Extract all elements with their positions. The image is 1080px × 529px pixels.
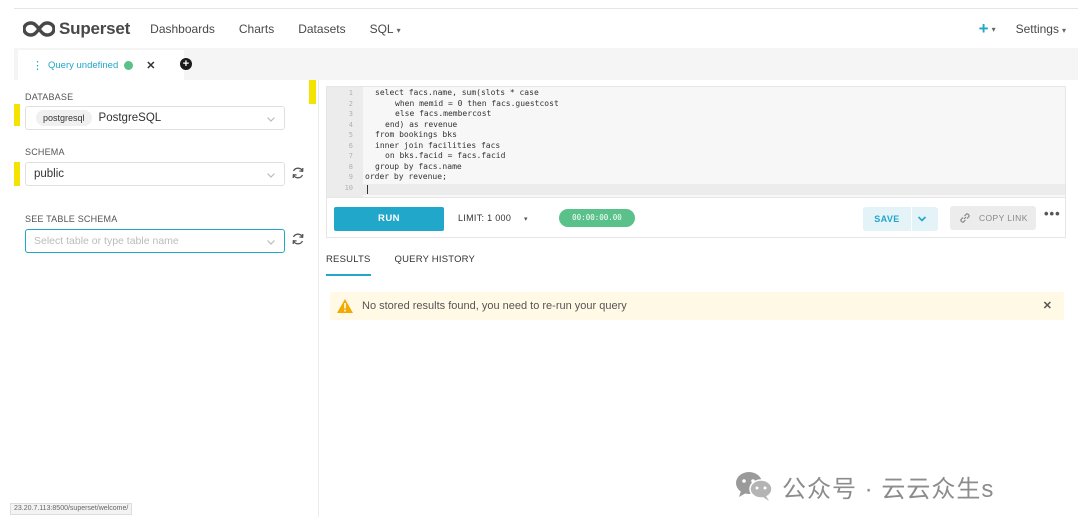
tab-query-history[interactable]: QUERY HISTORY (395, 254, 476, 276)
warning-icon (337, 299, 353, 313)
table-select[interactable]: Select table or type table name (25, 229, 285, 253)
line-number: 6 (348, 141, 353, 150)
code-line: group by facs.name (375, 161, 462, 171)
top-navbar: Superset Dashboards Charts Datasets SQL ▾… (14, 8, 1078, 48)
settings-label: Settings (1015, 22, 1059, 36)
code-line: from bookings bks (375, 130, 457, 139)
chevron-down-icon[interactable] (917, 215, 927, 223)
results-tabs: RESULTS QUERY HISTORY (326, 254, 499, 276)
alert-message: No stored results found, you need to re-… (362, 300, 627, 312)
code-line: on bks.facid = facs.facid (385, 151, 506, 160)
database-type-tag: postgresql (36, 110, 92, 126)
line-number: 10 (344, 183, 353, 192)
main-nav: Dashboards Charts Datasets SQL ▾ (150, 22, 424, 36)
save-button-group: SAVE (863, 207, 938, 231)
run-button[interactable]: RUN (334, 207, 444, 231)
line-number: 9 (348, 173, 353, 181)
watermark: 公众号 · 云云众生s (734, 468, 994, 504)
chevron-down-icon[interactable]: ▾ (992, 25, 996, 34)
more-options-icon[interactable]: ••• (1044, 207, 1061, 220)
plus-icon[interactable]: + (979, 19, 989, 39)
refresh-icon[interactable] (291, 232, 305, 246)
text-cursor (367, 185, 368, 194)
save-button[interactable]: SAVE (863, 207, 911, 231)
limit-dropdown[interactable]: LIMIT: 1 000 ▾ (458, 213, 528, 223)
nav-sql[interactable]: SQL ▾ (370, 22, 401, 36)
line-number: 2 (348, 99, 353, 108)
refresh-icon[interactable] (291, 166, 305, 180)
query-tab-strip: ⋮ Query undefined ✕ + (14, 48, 1078, 80)
watermark-text: 公众号 · 云云众生s (782, 475, 995, 503)
limit-label: LIMIT: (458, 213, 485, 223)
tab-results[interactable]: RESULTS (326, 254, 371, 276)
schema-value: public (34, 168, 65, 180)
database-label: DATABASE (25, 92, 74, 102)
line-number: 3 (348, 110, 353, 118)
no-results-alert: No stored results found, you need to re-… (330, 292, 1064, 320)
copy-link-label: COPY LINK (979, 213, 1028, 223)
highlight-marker (309, 80, 316, 104)
chevron-down-icon: ▾ (1061, 26, 1066, 35)
chevron-down-icon (267, 240, 275, 245)
query-timer: 00:00:00.00 (559, 209, 635, 227)
settings-menu[interactable]: Settings ▾ (1016, 22, 1066, 36)
superset-sqllab-window: Superset Dashboards Charts Datasets SQL ▾… (0, 0, 1080, 529)
status-dot-icon (124, 60, 134, 70)
highlight-marker (14, 162, 20, 186)
database-select[interactable]: postgresql PostgreSQL (25, 106, 285, 130)
active-line (363, 184, 1065, 195)
brand-name: Superset (59, 18, 131, 38)
tab-query-undefined[interactable]: ⋮ Query undefined ✕ (18, 50, 184, 80)
editor-gutter: 1 2 3 4 5 6 7 8 9 10 (327, 87, 363, 197)
add-tab-icon[interactable]: + (180, 58, 192, 70)
divider (911, 207, 912, 231)
chevron-down-icon: ▾ (523, 216, 528, 223)
chevron-down-icon (267, 173, 275, 178)
wechat-icon (736, 472, 773, 501)
code-line: end) as revenue (385, 119, 458, 129)
copy-link-button[interactable]: COPY LINK (950, 206, 1036, 230)
table-select-placeholder: Select table or type table name (34, 235, 179, 247)
query-toolbar: RUN LIMIT: 1 000 ▾ 00:00:00.00 SAVE COPY… (326, 198, 1066, 238)
database-value: PostgreSQL (98, 112, 162, 124)
schema-label: SCHEMA (25, 147, 65, 157)
status-bar-url: 23.20.7.113:8500/superset/welcome/ (10, 503, 133, 515)
nav-datasets[interactable]: Datasets (298, 22, 345, 36)
line-number: 7 (348, 152, 353, 160)
limit-value: 1 000 (487, 213, 512, 223)
line-number: 4 (348, 120, 353, 129)
line-number: 5 (348, 131, 353, 139)
left-panel: DATABASE postgresql PostgreSQL SCHEMA pu… (14, 80, 319, 517)
nav-right-menu: + ▾ Settings ▾ (979, 9, 1066, 49)
code-line: order by revenue; (365, 172, 447, 181)
code-line: else facs.membercost (395, 109, 492, 118)
superset-logo[interactable]: Superset (23, 19, 130, 39)
highlight-marker (14, 104, 20, 126)
code-line: inner join facilities facs (375, 140, 501, 150)
nav-sql-label: SQL (369, 21, 394, 36)
tab-menu-icon[interactable]: ⋮ (32, 59, 43, 72)
line-number: 1 (348, 89, 353, 97)
close-icon[interactable]: ✕ (1043, 299, 1052, 312)
nav-dashboards[interactable]: Dashboards (150, 22, 215, 36)
chevron-down-icon: ▾ (396, 25, 401, 35)
line-number: 8 (348, 162, 353, 171)
link-icon (960, 213, 970, 223)
code-line: select facs.name, sum(slots * case (375, 88, 539, 97)
superset-logo-icon (23, 20, 55, 37)
sql-editor[interactable]: 1 2 3 4 5 6 7 8 9 10 select facs.name, s… (326, 86, 1066, 198)
table-schema-label: SEE TABLE SCHEMA (25, 214, 118, 224)
nav-charts[interactable]: Charts (239, 22, 274, 36)
chevron-down-icon (267, 117, 275, 122)
schema-select[interactable]: public (25, 162, 285, 186)
tab-label: Query undefined (48, 59, 119, 71)
code-line: when memid = 0 then facs.guestcost (395, 98, 559, 108)
close-icon[interactable]: ✕ (146, 59, 155, 72)
